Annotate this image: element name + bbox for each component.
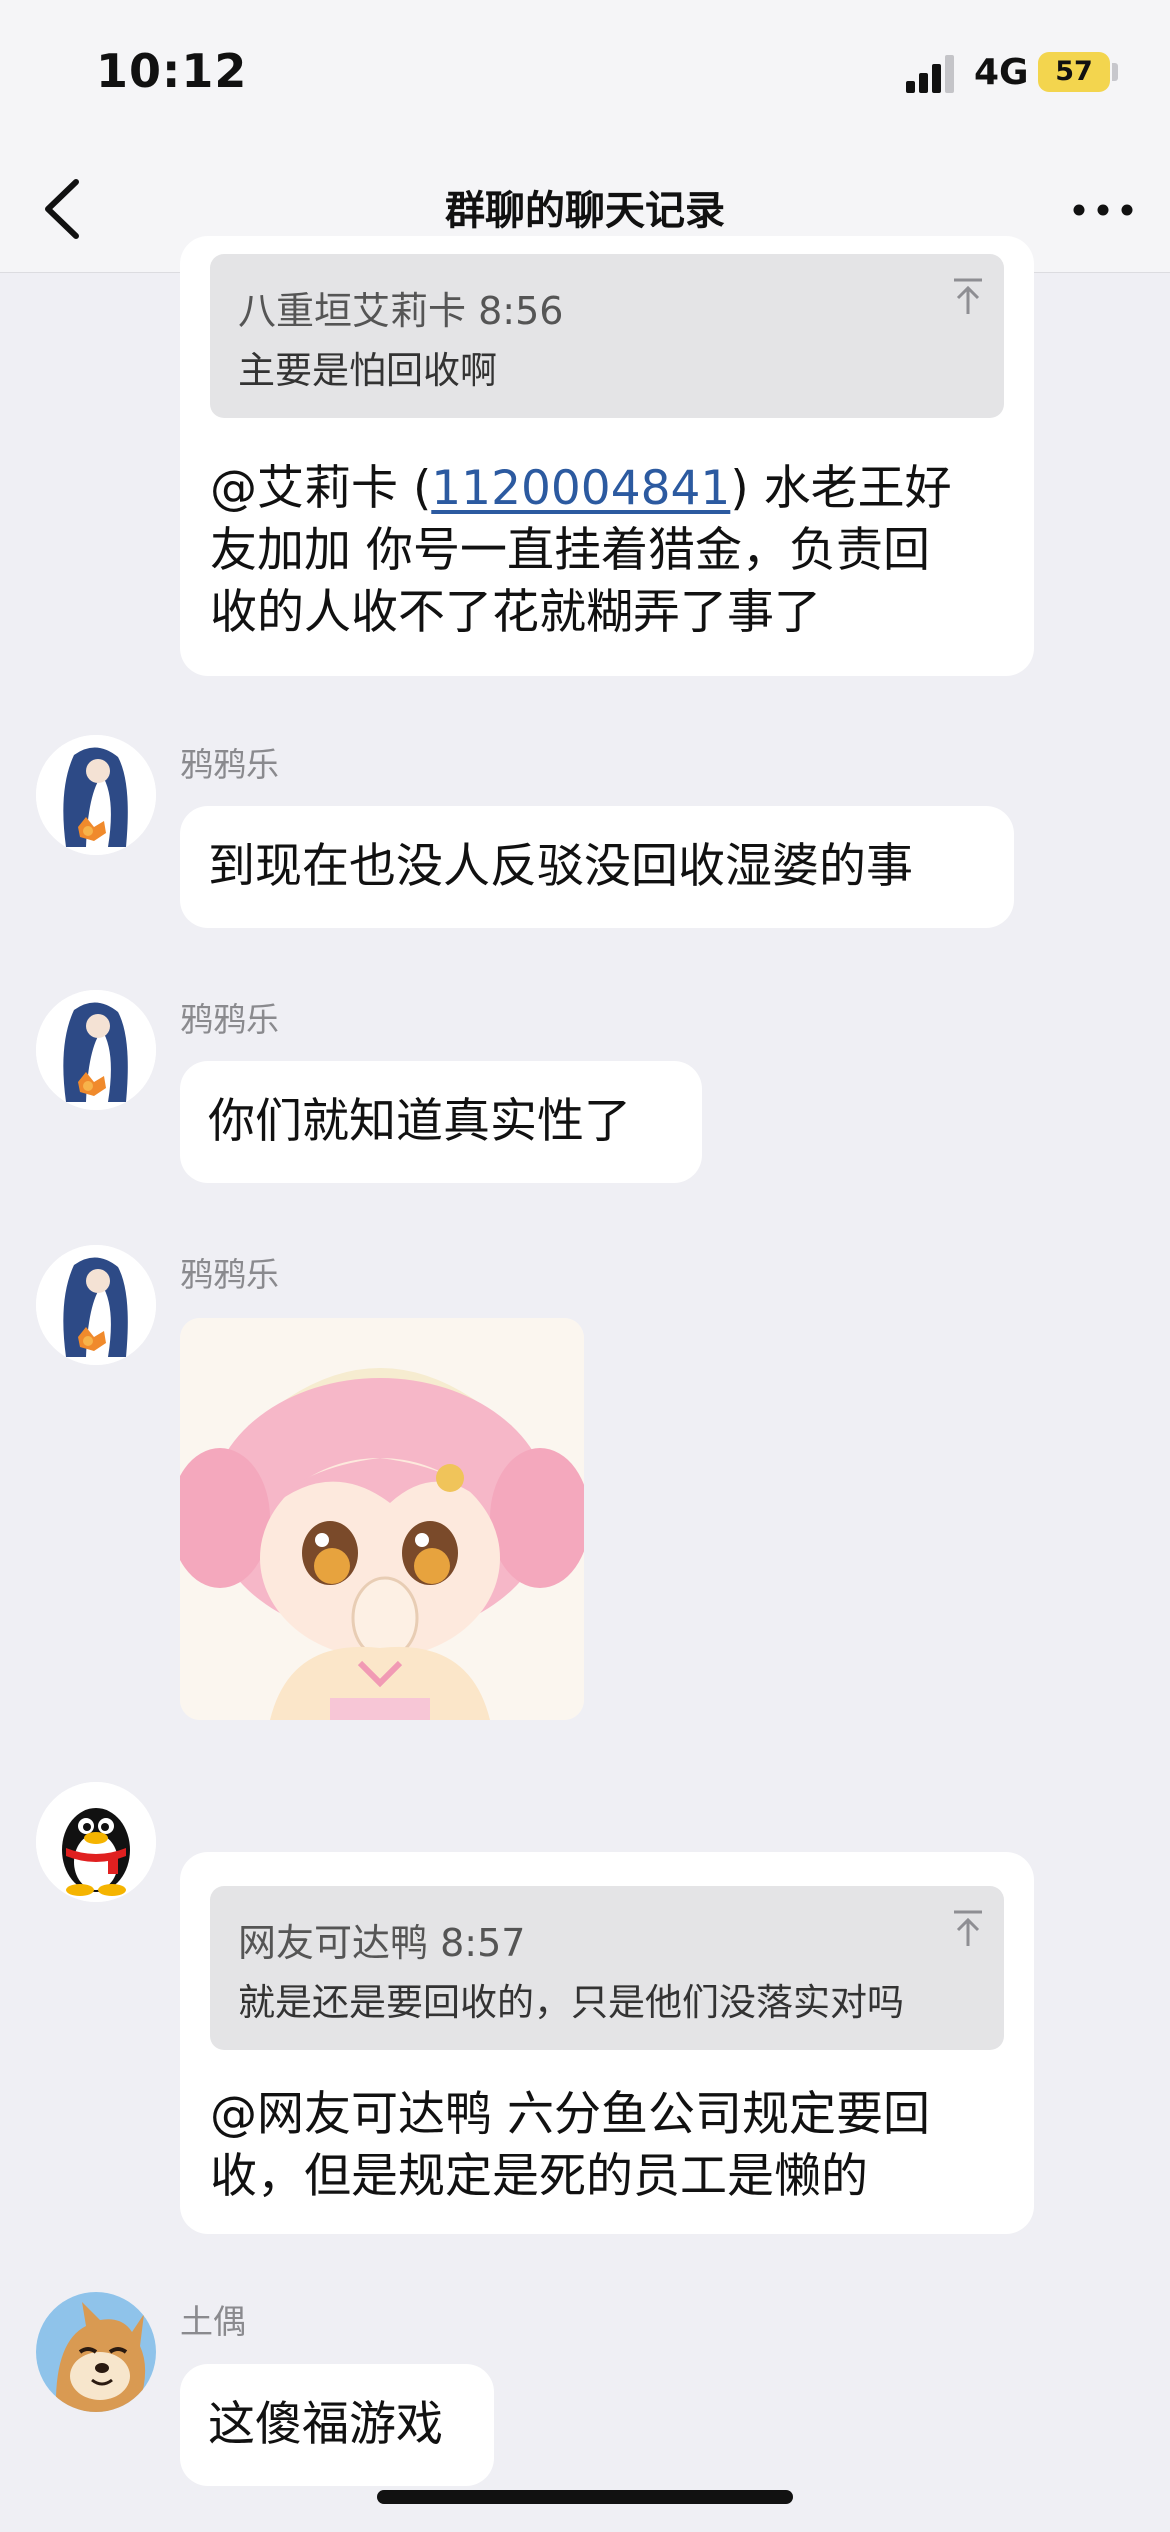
quote-author: 八重垣艾莉卡: [238, 289, 467, 333]
sender-name: 土偶: [180, 2302, 246, 2341]
sender-name: 鸦鸦乐: [180, 1000, 279, 1039]
quote-text: 主要是怕回收啊: [238, 349, 497, 392]
message-bubble[interactable]: 你们就知道真实性了: [180, 1061, 702, 1183]
quote-header: 网友可达鸭 8:57: [238, 1912, 525, 1967]
message-text: 到现在也没人反驳没回收湿婆的事: [208, 839, 913, 894]
home-indicator[interactable]: [377, 2490, 793, 2504]
quote-header: 八重垣艾莉卡 8:56: [238, 280, 563, 335]
quote-text: 就是还是要回收的，只是他们没落实对吗: [238, 1981, 904, 2024]
message-bubble[interactable]: 到现在也没人反驳没回收湿婆的事: [180, 806, 1014, 928]
message-text-line: 收的人收不了花就糊弄了事了: [210, 585, 821, 640]
avatar[interactable]: [36, 990, 156, 1110]
network-type: 4G: [974, 52, 1029, 93]
avatar[interactable]: [36, 1245, 156, 1365]
back-button[interactable]: [36, 174, 96, 244]
anime-sticker-icon: [180, 1318, 584, 1720]
battery-level: 57: [1055, 56, 1093, 87]
battery-cap: [1112, 63, 1118, 81]
status-time: 10:12: [96, 44, 248, 98]
avatar[interactable]: [36, 1782, 156, 1902]
sender-name: 鸦鸦乐: [180, 745, 279, 784]
avatar[interactable]: [36, 2292, 156, 2412]
quote-author: 网友可达鸭: [238, 1921, 429, 1965]
ellipsis-icon: [1073, 204, 1133, 216]
message-text: 这傻福游戏: [208, 2397, 443, 2452]
chevron-left-icon: [45, 179, 79, 239]
qq-number-link[interactable]: 1120004841: [431, 461, 730, 516]
more-options-button[interactable]: [1068, 180, 1138, 240]
message-bubble[interactable]: 八重垣艾莉卡 8:56 主要是怕回收啊 @艾莉卡 (1120004841) 水老…: [180, 236, 1034, 676]
quote-time: 8:57: [440, 1921, 526, 1965]
cellular-signal-icon: [906, 55, 954, 93]
quote-time: 8:56: [478, 289, 564, 333]
message-text-line: @艾莉卡 (1120004841) 水老王好: [210, 458, 952, 520]
message-text-line: @网友可达鸭 六分鱼公司规定要回: [210, 2087, 930, 2142]
battery-icon: 57: [1038, 52, 1110, 92]
avatar[interactable]: [36, 735, 156, 855]
sticker-image[interactable]: [180, 1318, 584, 1720]
message-text-line: 友加加 你号一直挂着猎金，负责回: [210, 523, 930, 578]
qq-penguin-avatar-icon: [36, 1782, 156, 1902]
anime-girl-avatar-icon: [36, 735, 156, 855]
anime-girl-avatar-icon: [36, 990, 156, 1110]
message-bubble[interactable]: 这傻福游戏: [180, 2364, 494, 2486]
quoted-message[interactable]: 网友可达鸭 8:57 就是还是要回收的，只是他们没落实对吗: [210, 1886, 1004, 2050]
status-bar: 10:12 4G 57: [0, 0, 1170, 150]
message-text: 你们就知道真实性了: [208, 1094, 631, 1149]
message-text-segment: ) 水老王好: [730, 461, 952, 516]
sender-name: 鸦鸦乐: [180, 1255, 279, 1294]
message-text-line: 收，但是规定是死的员工是懒的: [210, 2149, 868, 2204]
message-bubble[interactable]: 网友可达鸭 8:57 就是还是要回收的，只是他们没落实对吗 @网友可达鸭 六分鱼…: [180, 1852, 1034, 2234]
jump-to-original-icon[interactable]: [950, 1908, 986, 1948]
shiba-dog-avatar-icon: [36, 2292, 156, 2412]
quoted-message[interactable]: 八重垣艾莉卡 8:56 主要是怕回收啊: [210, 254, 1004, 418]
mention-text: @艾莉卡 (: [210, 461, 432, 516]
jump-to-original-icon[interactable]: [950, 276, 986, 316]
anime-girl-avatar-icon: [36, 1245, 156, 1365]
